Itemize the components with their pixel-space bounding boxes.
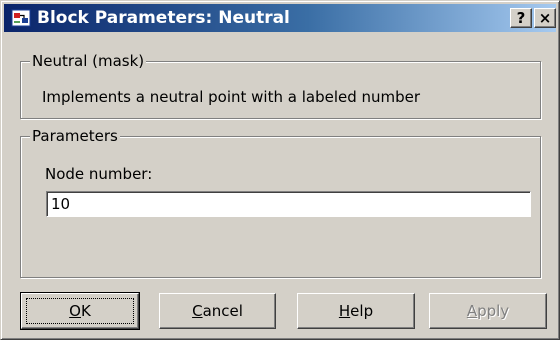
parameters-legend: Parameters — [30, 126, 120, 146]
close-button[interactable]: × — [534, 8, 556, 28]
node-number-label: Node number: — [45, 165, 153, 183]
simulink-block-icon — [11, 9, 31, 27]
close-icon: × — [538, 9, 552, 27]
window-title: Block Parameters: Neutral — [37, 8, 290, 28]
apply-button[interactable]: Apply — [429, 293, 547, 329]
mask-legend: Neutral (mask) — [30, 51, 147, 71]
parameters-groupbox: Parameters Node number: — [20, 126, 541, 278]
help-button[interactable]: Help — [297, 293, 415, 329]
question-icon: ? — [516, 9, 526, 27]
mask-description: Implements a neutral point with a labele… — [42, 88, 421, 106]
help-label: Help — [338, 302, 374, 320]
mask-groupbox: Neutral (mask) Implements a neutral poin… — [20, 51, 541, 119]
focus-rect — [26, 298, 134, 324]
node-number-input[interactable] — [46, 191, 531, 217]
ok-button[interactable]: OK — [20, 292, 140, 330]
help-caption-button[interactable]: ? — [510, 8, 532, 28]
title-bar[interactable]: Block Parameters: Neutral ? × — [4, 4, 556, 32]
block-parameters-dialog: Block Parameters: Neutral ? × Neutral (m… — [0, 0, 560, 340]
cancel-button[interactable]: Cancel — [159, 293, 276, 329]
apply-label: Apply — [466, 302, 510, 320]
cancel-label: Cancel — [192, 302, 243, 320]
